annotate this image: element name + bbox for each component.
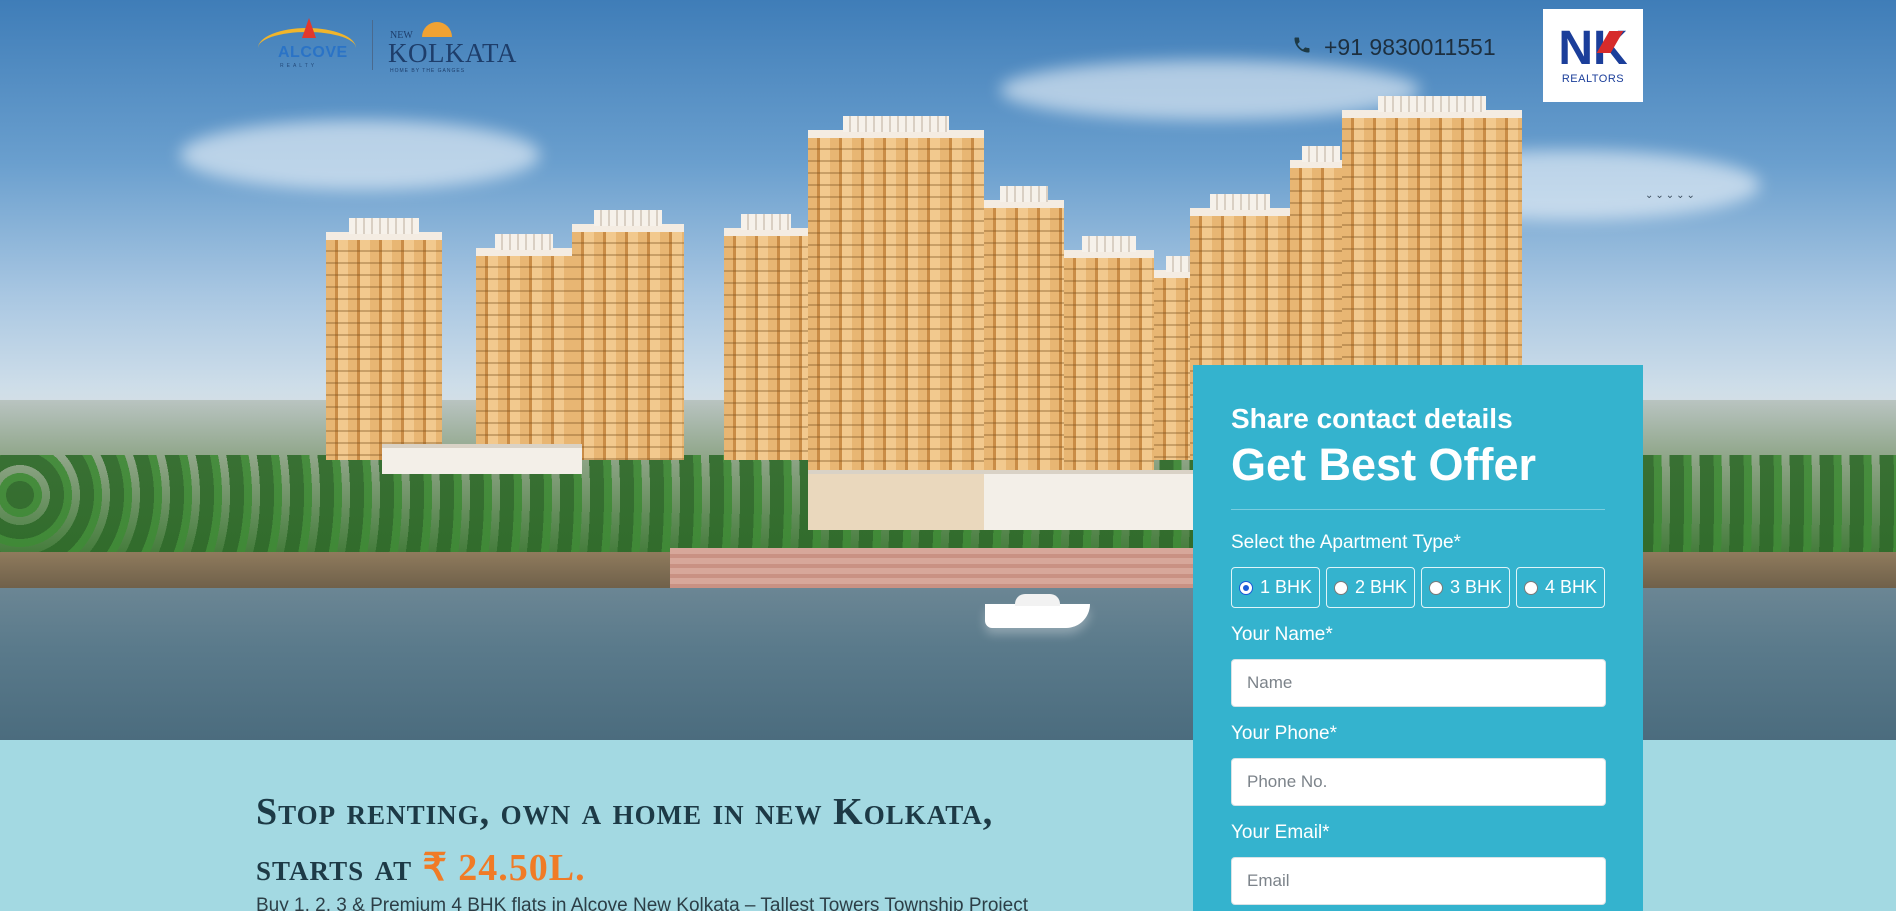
apartment-option-label: 4 BHK [1544,577,1598,597]
apartment-option-3bhk[interactable]: 3 BHK [1421,567,1510,608]
phone-label: Your Phone* [1231,723,1338,744]
radio-button[interactable] [1523,580,1538,595]
alcove-logo-text: ALCOVE [278,44,348,61]
lead-form-panel: Share contact details Get Best Offer Sel… [1193,365,1643,911]
form-title: Get Best Offer [1231,439,1537,490]
name-label: Your Name* [1231,624,1333,645]
sun-icon [422,22,452,37]
price-highlight: ₹ 24.50L. [422,847,586,889]
nk-logo-mark: NK [1558,21,1628,75]
phone-input[interactable]: Phone No. [1231,758,1606,806]
boat [985,594,1090,628]
apartment-option-1bhk[interactable]: 1 BHK [1231,567,1320,608]
name-input[interactable]: Name [1231,659,1606,707]
phone-icon [1292,34,1312,61]
radio-button[interactable] [1428,580,1443,595]
apartment-type-label: Select the Apartment Type* [1231,532,1461,553]
apartment-option-2bhk[interactable]: 2 BHK [1326,567,1415,608]
apartment-option-label: 2 BHK [1354,577,1408,597]
form-divider [1231,509,1605,510]
phone-contact-link[interactable]: +91 9830011551 [1292,34,1496,61]
logo-divider [372,20,373,70]
page-subline: Buy 1, 2, 3 & Premium 4 BHK flats in Alc… [256,895,1028,911]
radio-button[interactable] [1333,580,1348,595]
alcove-realty-logo[interactable]: ALCOVE REALTY [258,18,358,70]
headline-line-1: Stop renting, own a home in new Kolkata, [256,791,994,833]
nk-realtors-logo[interactable]: NK REALTORS [1543,9,1643,102]
apartment-option-label: 1 BHK [1259,577,1313,597]
radio-button-selected[interactable] [1238,580,1253,595]
birds-decoration: ⌄⌄⌄⌄⌄ [1645,190,1697,201]
headline-starts-at: starts at [256,847,413,889]
apartment-type-options: 1 BHK 2 BHK 3 BHK 4 BHK [1231,567,1605,608]
new-kolkata-logo-name: KOLKATA [388,38,517,68]
page-headline: Stop renting, own a home in new Kolkata,… [256,784,1156,896]
new-kolkata-logo[interactable]: NEW KOLKATA HOME BY THE GANGES [388,20,516,74]
apartment-option-4bhk[interactable]: 4 BHK [1516,567,1605,608]
email-input[interactable]: Email [1231,857,1606,905]
form-pretitle: Share contact details [1231,403,1513,434]
alcove-logo-subtext: REALTY [280,63,318,69]
email-label: Your Email* [1231,822,1330,843]
new-kolkata-logo-tagline: HOME BY THE GANGES [390,68,466,74]
phone-number: +91 9830011551 [1324,34,1496,60]
apartment-option-label: 3 BHK [1449,577,1503,597]
headline-line-2: starts at ₹ 24.50L. [256,840,1156,896]
